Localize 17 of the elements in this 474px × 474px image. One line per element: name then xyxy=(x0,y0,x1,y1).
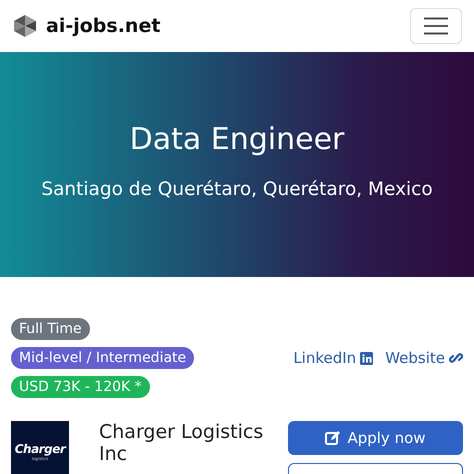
apply-button[interactable]: Apply now xyxy=(288,421,463,455)
job-title: Data Engineer xyxy=(130,122,344,156)
tag: Mid-level / Intermediate xyxy=(11,347,194,369)
tag: Full Time xyxy=(11,318,90,340)
brand-name[interactable]: ai-jobs.net xyxy=(46,15,160,37)
menu-icon xyxy=(424,17,448,35)
job-location: Santiago de Querétaro, Querétaro, Mexico xyxy=(41,178,433,200)
linkedin-link[interactable]: LinkedIn xyxy=(293,318,374,398)
company-name: Charger Logistics Inc xyxy=(99,421,264,467)
edit-icon xyxy=(325,430,342,446)
link-link[interactable]: Website xyxy=(385,318,463,398)
menu-button[interactable] xyxy=(410,8,462,44)
tag: USD 73K - 120K * xyxy=(11,376,150,398)
logo-text: Charger xyxy=(14,442,66,456)
logo-icon xyxy=(12,14,38,38)
linkedin-icon xyxy=(360,352,374,364)
link-icon xyxy=(449,351,463,365)
